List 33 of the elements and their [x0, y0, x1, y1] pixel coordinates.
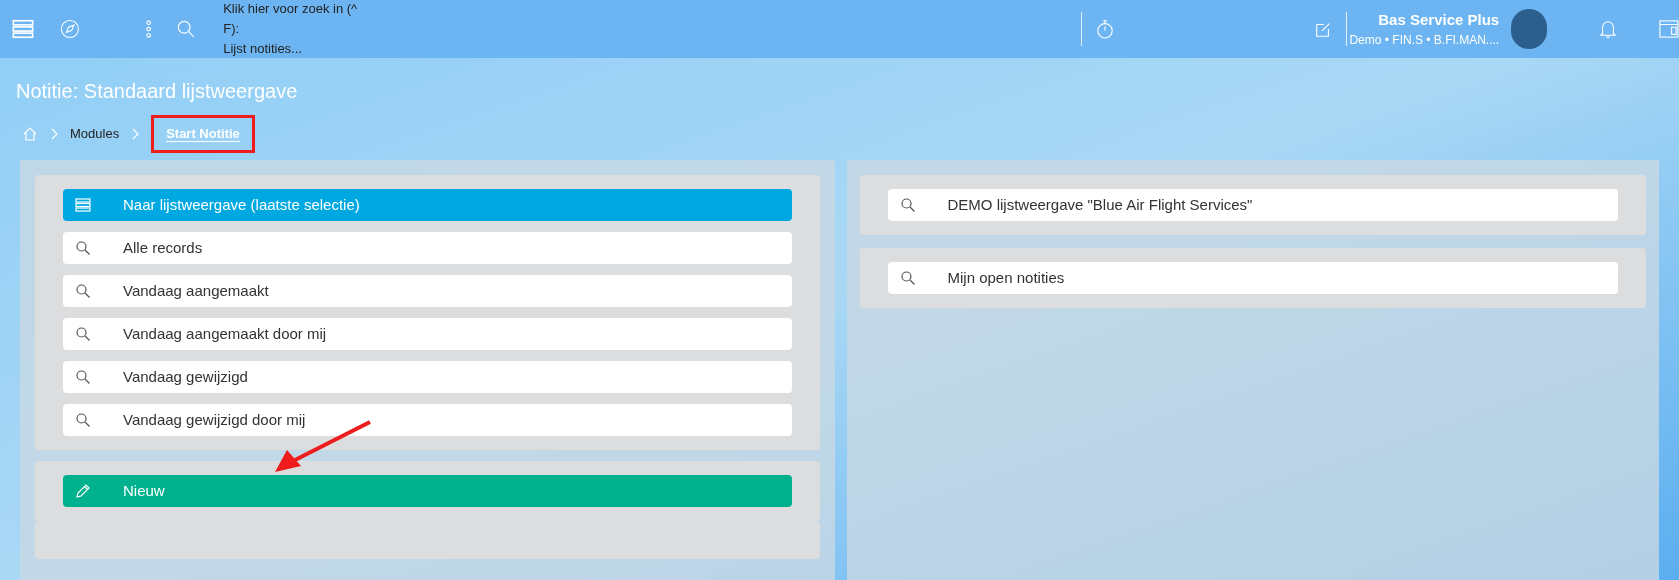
search-list-item[interactable]: DEMO lijstweergave "Blue Air Flight Services"	[887, 189, 1618, 221]
search-list-item[interactable]: Vandaag aangemaakt	[63, 275, 792, 307]
search-icon	[75, 369, 91, 385]
window-icon[interactable]	[1659, 19, 1679, 39]
chevron-icon	[50, 128, 58, 140]
user-name: Bas Service Plus	[1378, 9, 1500, 30]
search-hint[interactable]: Klik hier voor zoek in (^ F): Lijst notities...	[223, 0, 362, 59]
search-list-item[interactable]: Vandaag gewijzigd	[63, 361, 792, 393]
chevron-icon	[131, 128, 140, 140]
page-title: Notitie: Standaard lijstweergave	[16, 79, 299, 104]
search-list-item[interactable]: Mijn open notities	[887, 262, 1618, 294]
home-icon[interactable]	[22, 126, 38, 142]
more-icon[interactable]	[145, 18, 152, 40]
search-icon	[75, 326, 91, 342]
compass-icon[interactable]	[60, 18, 80, 40]
search-list-item[interactable]: Vandaag gewijzigd door mij	[63, 404, 792, 436]
search-icon	[899, 197, 916, 213]
search-list-item[interactable]: Alle records	[63, 232, 792, 264]
stopwatch-icon[interactable]	[1096, 18, 1115, 40]
avatar[interactable]	[1511, 9, 1548, 49]
list-icon	[75, 197, 91, 213]
search-icon	[899, 270, 916, 286]
search-icon	[75, 240, 91, 256]
search-icon[interactable]	[177, 19, 196, 39]
pencil-icon	[75, 483, 91, 499]
search-icon	[75, 283, 91, 299]
user-detail: Demo • FIN.S • B.FI.MAN....	[1349, 32, 1500, 50]
list-icon	[12, 18, 34, 40]
search-list-item[interactable]: Vandaag aangemaakt door mij	[63, 318, 792, 350]
search-icon	[75, 412, 91, 428]
breadcrumb-link[interactable]: Modules	[70, 126, 120, 142]
bell-icon[interactable]	[1599, 18, 1618, 40]
menu-icon[interactable]	[12, 18, 34, 40]
